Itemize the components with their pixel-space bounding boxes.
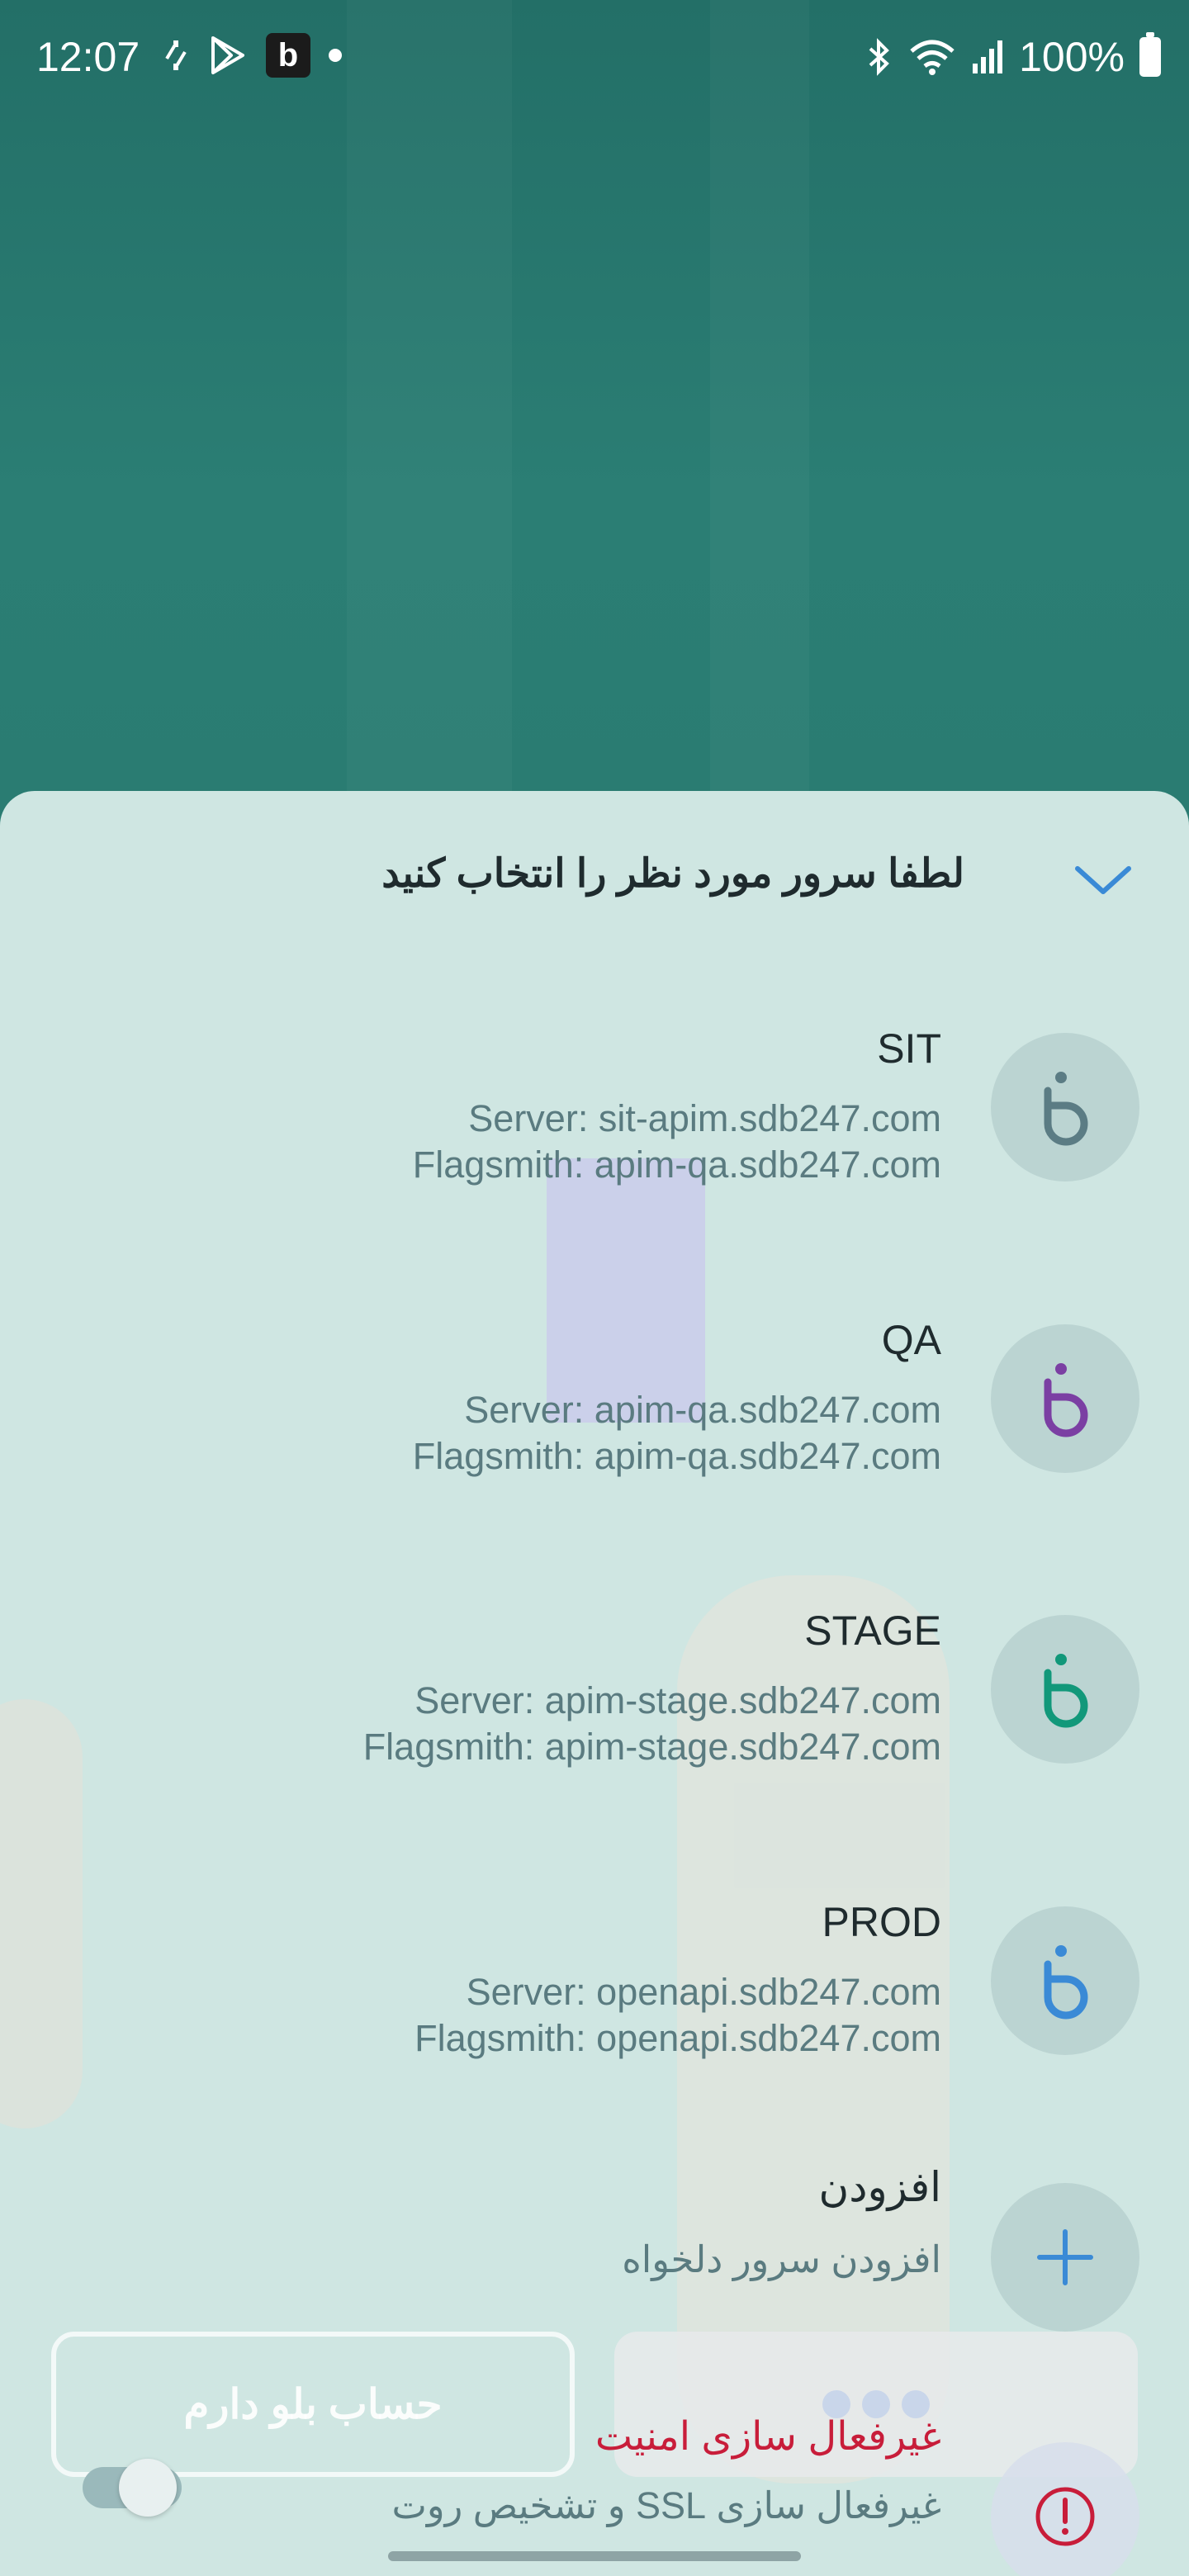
dot-icon [329,49,342,62]
flagsmith-url: Flagsmith: apim-qa.sdb247.com [412,1144,941,1186]
add-server-subtitle: افزودن سرور دلخواه [622,2238,941,2280]
server-url: Server: sit-apim.sdb247.com [468,1097,941,1139]
toggle-knob [119,2459,177,2517]
server-name: QA [881,1317,941,1363]
flagsmith-url: Flagsmith: apim-qa.sdb247.com [412,1435,941,1477]
server-name: STAGE [804,1608,941,1654]
security-toggle[interactable] [83,2459,182,2517]
qa-logo-icon [991,1324,1139,1473]
status-time: 12:07 [36,34,140,80]
battery-percent: 100% [1019,34,1125,80]
server-url: Server: openapi.sdb247.com [466,1971,941,2013]
server-url: Server: apim-stage.sdb247.com [414,1679,941,1721]
app-badge-icon: b [266,33,310,78]
battery-icon [1139,32,1161,77]
bluetooth-icon [865,37,893,77]
background-stripe [347,0,512,793]
server-selection-sheet: لطفا سرور مورد نظر را انتخاب کنید SIT Se… [0,791,1189,2576]
chevron-down-icon[interactable] [1070,847,1136,913]
flagsmith-url: Flagsmith: openapi.sdb247.com [414,2017,941,2059]
server-name: SIT [877,1025,941,1072]
security-subtitle: غیرفعال سازی SSL و تشخیص روت [391,2484,941,2526]
stage-logo-icon [991,1615,1139,1764]
sheet-title: لطفا سرور مورد نظر را انتخاب کنید [381,852,964,896]
signal-icon [971,39,1004,75]
play-store-icon [206,35,248,76]
server-name: PROD [822,1899,941,1945]
server-item-sit[interactable]: SIT Server: sit-apim.sdb247.com Flagsmit… [0,1025,1189,1281]
security-title: غیرفعال سازی امنیت [594,2415,941,2459]
server-url: Server: apim-qa.sdb247.com [464,1389,941,1431]
sit-logo-icon [991,1033,1139,1181]
wifi-icon [908,38,956,76]
home-indicator[interactable] [388,2551,801,2561]
notification-icons: b [163,33,360,78]
server-item-stage[interactable]: STAGE Server: apim-stage.sdb247.com Flag… [0,1608,1189,1863]
sync-icon [163,37,188,73]
status-bar: 12:07 b 100% [0,0,1189,112]
add-server-title: افزودن [818,2164,941,2210]
background-stripe [710,0,809,793]
sheet-header: لطفا سرور مورد نظر را انتخاب کنید [0,791,1189,956]
server-item-prod[interactable]: PROD Server: openapi.sdb247.com Flagsmit… [0,1899,1189,2154]
prod-logo-icon [991,1906,1139,2055]
plus-icon [991,2183,1139,2332]
alert-icon [991,2442,1139,2576]
system-icons: 100% [850,32,1161,81]
header-background [0,0,1189,826]
flagsmith-url: Flagsmith: apim-stage.sdb247.com [362,1726,941,1768]
server-item-qa[interactable]: QA Server: apim-qa.sdb247.com Flagsmith:… [0,1317,1189,1572]
